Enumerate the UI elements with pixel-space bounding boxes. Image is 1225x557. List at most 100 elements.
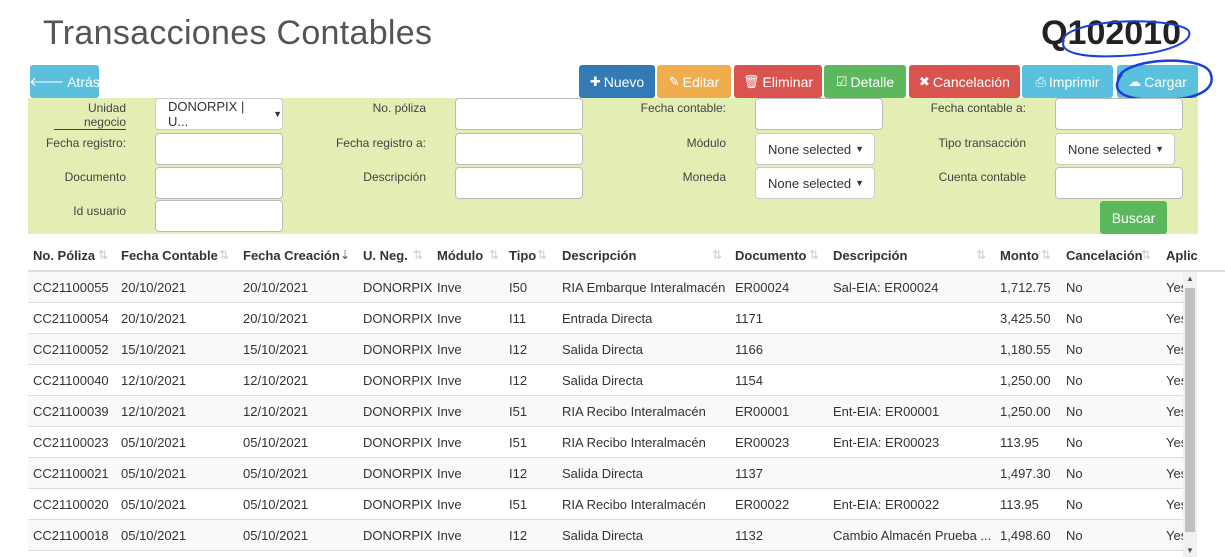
documento-field[interactable] [155, 167, 283, 199]
table-row[interactable]: CC21100020 05/10/2021 05/10/2021 DONORPIX In… [28, 489, 1183, 520]
cell-descripcion: Entrada Directa [562, 311, 653, 326]
unidad-negocio-label: Unidad negocio [54, 101, 126, 130]
cell-unidad-negocio: DONORPIX [363, 404, 433, 419]
scrollbar-thumb[interactable] [1185, 288, 1195, 532]
column-header-modulo[interactable]: Módulo [437, 238, 483, 272]
delete-button[interactable]: 🗑 Eliminar [734, 65, 822, 98]
table-row[interactable]: CC21100055 20/10/2021 20/10/2021 DONORPIX In… [28, 272, 1183, 303]
fecha-registro-field[interactable] [155, 133, 283, 165]
fecha-registro-a-field[interactable] [455, 133, 583, 165]
detail-label: Detalle [850, 73, 895, 90]
cell-fecha-contable: 05/10/2021 [121, 466, 187, 481]
caret-down-icon: ▼ [855, 178, 865, 188]
upload-button[interactable]: ☁ Cargar [1117, 65, 1198, 98]
page-title: Transacciones Contables [43, 14, 433, 52]
tipo-transaccion-label: Tipo transacción [938, 136, 1026, 150]
cell-descripcion: RIA Embarque Interalmacén [562, 280, 726, 295]
cell-descripcion: Salida Directa [562, 466, 643, 481]
cell-modulo: Inve [437, 497, 462, 512]
detail-button[interactable]: ☑ Detalle [824, 65, 906, 98]
sort-icon: ⇅ [98, 248, 109, 262]
column-header-aplic[interactable]: Aplic [1166, 238, 1198, 272]
column-header-no-poliza[interactable]: No. Póliza [33, 238, 95, 272]
fecha-contable-field[interactable] [755, 98, 883, 130]
cell-no-poliza: CC21100052 [33, 342, 109, 357]
no-poliza-field[interactable] [455, 98, 583, 130]
column-header-unidad-negocio[interactable]: U. Neg. [363, 238, 408, 272]
cell-fecha-creacion: 05/10/2021 [243, 528, 309, 543]
cell-monto: 113.95 [1000, 435, 1039, 450]
table-row[interactable]: CC21100018 05/10/2021 05/10/2021 DONORPIX In… [28, 520, 1183, 551]
table-row[interactable]: CC21100021 05/10/2021 05/10/2021 DONORPIX In… [28, 458, 1183, 489]
cuenta-contable-label: Cuenta contable [938, 170, 1026, 184]
no-poliza-label: No. póliza [372, 101, 426, 115]
delete-label: Eliminar [762, 73, 814, 90]
cell-aplic: Yes [1166, 280, 1183, 295]
cell-no-poliza: CC21100018 [33, 528, 109, 543]
edit-button[interactable]: ✎ Editar [657, 65, 731, 98]
back-label: Atrás [67, 73, 100, 90]
caret-down-icon: ▼ [1155, 144, 1165, 154]
caret-down-icon: ▼ [855, 144, 865, 154]
cell-aplic: Yes [1166, 311, 1183, 326]
cell-modulo: Inve [437, 404, 462, 419]
cell-fecha-creacion: 20/10/2021 [243, 280, 309, 295]
cell-no-poliza: CC21100040 [33, 373, 109, 388]
tipo-transaccion-select[interactable]: None selected ▼ [1055, 133, 1175, 165]
table-row[interactable]: CC21100023 05/10/2021 05/10/2021 DONORPIX In… [28, 427, 1183, 458]
column-header-descripcion[interactable]: Descripción [562, 238, 636, 272]
new-button[interactable]: ✚ Nuevo [579, 65, 655, 98]
scroll-up-icon[interactable]: ▲ [1186, 274, 1194, 283]
cell-fecha-contable: 05/10/2021 [121, 497, 187, 512]
fecha-contable-a-field[interactable] [1055, 98, 1183, 130]
id-usuario-field[interactable] [155, 200, 283, 232]
cuenta-contable-field[interactable] [1055, 167, 1183, 199]
new-label: Nuevo [603, 73, 645, 90]
tipo-transaccion-value: None selected [1068, 141, 1152, 157]
column-header-cancelacion[interactable]: Cancelación [1066, 238, 1143, 272]
cell-fecha-contable: 20/10/2021 [121, 311, 187, 326]
cell-descripcion: Salida Directa [562, 342, 643, 357]
sort-desc-icon: ⇣ [340, 248, 351, 262]
cell-monto: 113.95 [1000, 497, 1039, 512]
fecha-registro-a-label: Fecha registro a: [335, 136, 426, 150]
cell-modulo: Inve [437, 435, 462, 450]
sort-icon: ⇅ [1041, 248, 1052, 262]
cancel-button[interactable]: ✖ Cancelación [909, 65, 1020, 98]
column-header-monto[interactable]: Monto [1000, 238, 1039, 272]
print-label: Imprimir [1048, 73, 1100, 90]
column-header-fecha-creacion[interactable]: Fecha Creación [243, 238, 340, 272]
print-button[interactable]: ⎙ Imprimir [1022, 65, 1113, 98]
cell-descripcion: RIA Recibo Interalmacén [562, 497, 706, 512]
column-header-fecha-contable[interactable]: Fecha Contable [121, 238, 218, 272]
fecha-contable-label: Fecha contable: [640, 101, 726, 115]
vertical-scrollbar[interactable]: ▲ ▼ [1183, 272, 1197, 557]
column-header-documento[interactable]: Documento [735, 238, 807, 272]
cell-fecha-creacion: 12/10/2021 [243, 373, 309, 388]
back-button[interactable]: 🡐 Atrás [29, 65, 100, 98]
table-row[interactable]: CC21100052 15/10/2021 15/10/2021 DONORPIX In… [28, 334, 1183, 365]
modulo-select[interactable]: None selected ▼ [755, 133, 875, 165]
search-button[interactable]: Buscar [1100, 201, 1167, 234]
table-row[interactable]: CC21100054 20/10/2021 20/10/2021 DONORPIX In… [28, 303, 1183, 334]
table-row[interactable]: CC21100040 12/10/2021 12/10/2021 DONORPIX In… [28, 365, 1183, 396]
descripcion-field[interactable] [455, 167, 583, 199]
unidad-negocio-select[interactable]: DONORPIX | U... ▼ [155, 98, 283, 130]
scroll-down-icon[interactable]: ▼ [1186, 546, 1194, 555]
cell-cancelacion: No [1066, 404, 1083, 419]
cell-fecha-contable: 15/10/2021 [121, 342, 187, 357]
sort-icon: ⇅ [976, 248, 987, 262]
unidad-negocio-value: DONORPIX | U... [168, 99, 245, 129]
moneda-select[interactable]: None selected ▼ [755, 167, 875, 199]
sort-icon: ⇅ [489, 248, 500, 262]
cell-fecha-contable: 20/10/2021 [121, 280, 187, 295]
cell-descripcion-2 [833, 458, 998, 489]
column-header-descripcion-2[interactable]: Descripción [833, 238, 907, 272]
cell-documento: 1166 [735, 342, 763, 357]
column-header-tipo[interactable]: Tipo [509, 238, 536, 272]
cell-tipo: I50 [509, 280, 528, 295]
cell-aplic: Yes [1166, 497, 1183, 512]
table-row[interactable]: CC21100039 12/10/2021 12/10/2021 DONORPIX In… [28, 396, 1183, 427]
cell-cancelacion: No [1066, 311, 1083, 326]
modulo-value: None selected [768, 141, 852, 157]
